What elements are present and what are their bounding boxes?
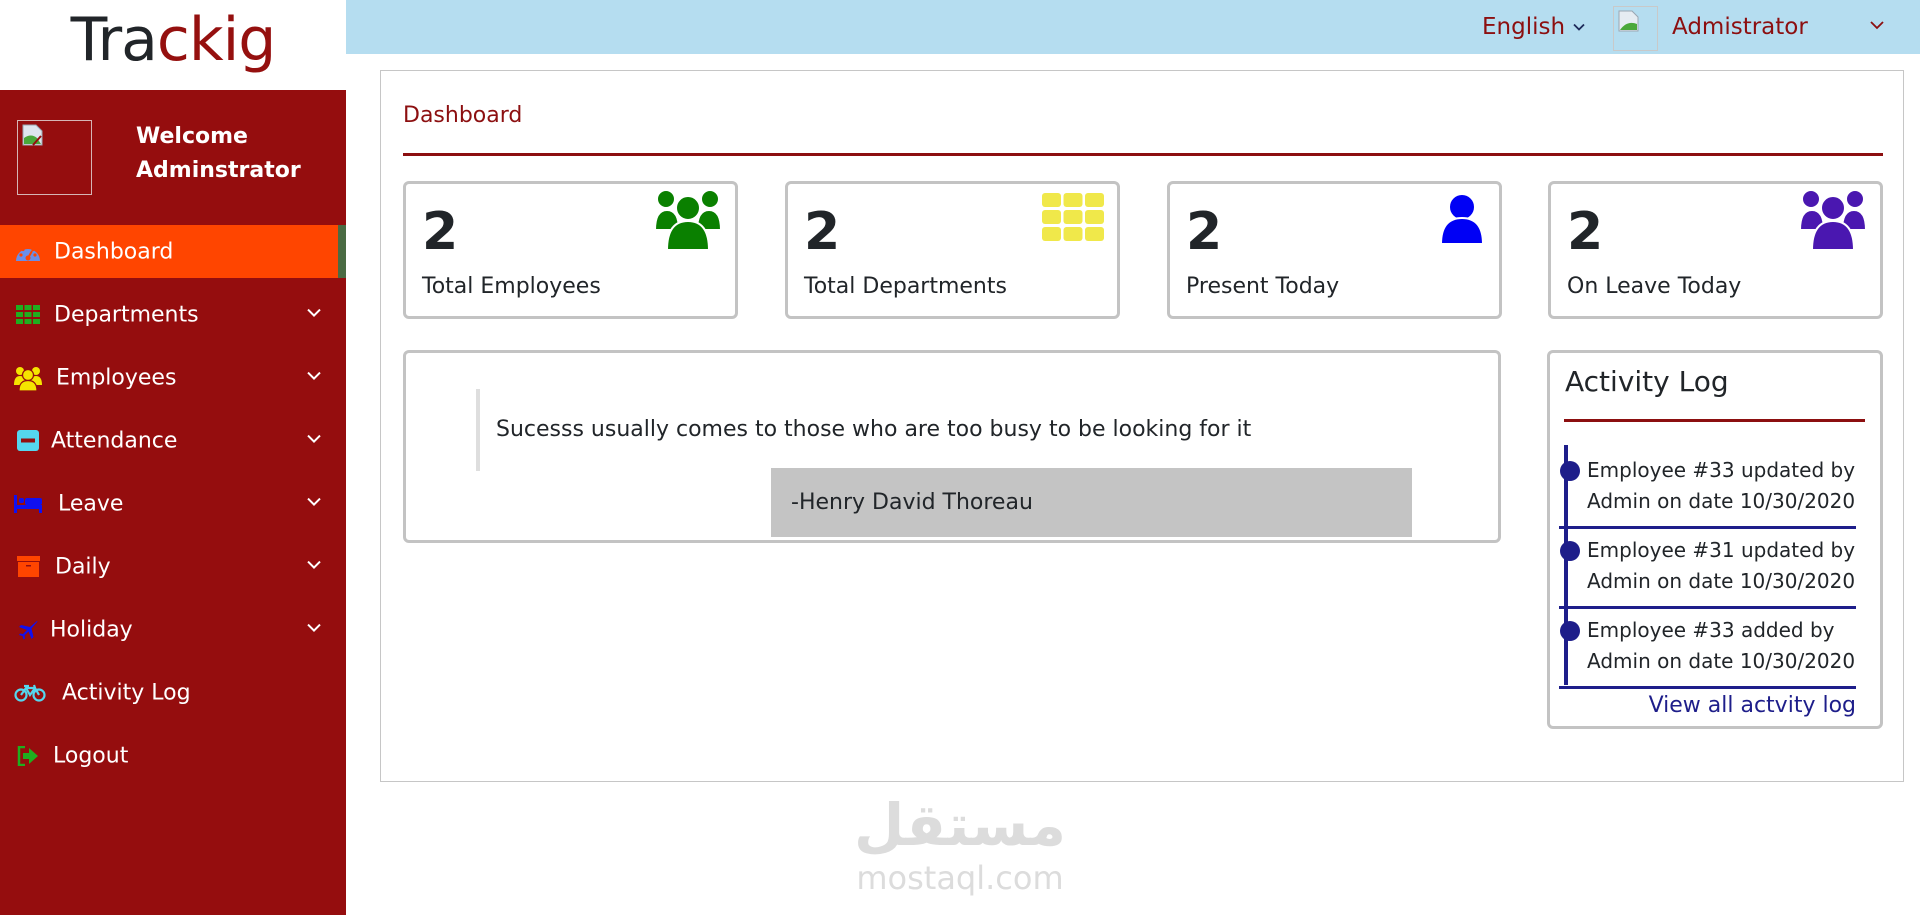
stat-value: 2 (1567, 202, 1604, 262)
stat-card-present-today[interactable]: 2 Present Today (1167, 181, 1502, 319)
sign-out-icon (14, 743, 42, 769)
chevron-down-icon[interactable] (306, 495, 322, 507)
logo-area: Trackig (0, 0, 346, 90)
stat-value: 2 (422, 202, 459, 262)
stat-card-on-leave-today[interactable]: 2 On Leave Today (1548, 181, 1883, 319)
chevron-down-icon (1573, 23, 1585, 31)
archive-box-icon (14, 554, 42, 580)
blockquote-border (476, 389, 480, 471)
app-logo[interactable]: Trackig (0, 4, 346, 76)
bed-icon (14, 491, 42, 517)
grid-icon (14, 302, 42, 328)
activity-log-item: Employee #33 added by Admin on date 10/3… (1559, 609, 1856, 689)
stat-card-total-departments[interactable]: 2 Total Departments (785, 181, 1120, 319)
user-avatar[interactable] (1613, 6, 1658, 51)
sidebar-item-employees[interactable]: Employees (0, 351, 346, 404)
watermark: مستقل mostaql.com (845, 790, 1075, 896)
language-label: English (1482, 14, 1566, 40)
sidebar-item-leave[interactable]: Leave (0, 477, 346, 530)
chevron-down-icon[interactable] (306, 369, 322, 381)
sidebar-nav: Dashboard Departments Employees Attendan… (0, 225, 346, 792)
activity-log-card: Activity Log Employee #33 updated by Adm… (1547, 350, 1883, 729)
timeline-dot (1560, 461, 1580, 481)
welcome-panel: Welcome Adminstrator (0, 90, 346, 225)
user-name-label: Admistrator (1672, 14, 1808, 40)
stat-label: On Leave Today (1567, 274, 1742, 299)
broken-image-icon (1618, 10, 1639, 32)
welcome-text: Welcome Adminstrator (136, 120, 301, 188)
view-all-activity-link[interactable]: View all actvity log (1649, 693, 1856, 718)
sidebar-item-holiday[interactable]: Holiday (0, 603, 346, 656)
quote-card: Sucesss usually comes to those who are t… (403, 350, 1501, 543)
sidebar-avatar (17, 120, 92, 195)
stat-label: Total Departments (804, 274, 1007, 299)
sidebar-item-label: Departments (54, 302, 199, 327)
timeline-dot (1560, 541, 1580, 561)
user-menu-chevron-icon[interactable] (1870, 20, 1884, 30)
activity-log-divider (1564, 419, 1865, 422)
chevron-down-icon[interactable] (306, 432, 322, 444)
chevron-down-icon[interactable] (306, 558, 322, 570)
broken-image-icon (22, 124, 43, 146)
sidebar-item-label: Holiday (50, 617, 133, 642)
quote-text: Sucesss usually comes to those who are t… (496, 417, 1252, 442)
logo-text-part1: Tra (70, 5, 158, 75)
users-icon (1800, 189, 1866, 250)
watermark-arabic: مستقل (853, 791, 1067, 859)
sidebar-item-label: Leave (58, 491, 124, 516)
users-icon (14, 365, 42, 391)
plane-icon (14, 617, 42, 643)
activity-log-item: Employee #33 updated by Admin on date 10… (1559, 449, 1856, 529)
page-title: Dashboard (403, 103, 523, 128)
sidebar-item-logout[interactable]: Logout (0, 729, 346, 782)
logo-text-part2: ckig (156, 5, 276, 75)
activity-log-text: Employee #33 added by Admin on date 10/3… (1587, 618, 1856, 673)
bicycle-icon (14, 680, 46, 706)
stat-card-total-employees[interactable]: 2 Total Employees (403, 181, 738, 319)
chevron-down-icon[interactable] (306, 621, 322, 633)
timeline-dot (1560, 621, 1580, 641)
sidebar-item-dashboard[interactable]: Dashboard (0, 225, 346, 278)
sidebar-item-label: Daily (55, 554, 111, 579)
sidebar-item-attendance[interactable]: Attendance (0, 414, 346, 467)
sidebar-item-label: Logout (53, 743, 129, 768)
watermark-latin: mostaql.com (856, 859, 1064, 897)
sidebar-item-label: Employees (56, 365, 177, 390)
sidebar-item-label: Attendance (51, 428, 178, 453)
sidebar: Welcome Adminstrator Dashboard Departmen… (0, 90, 346, 915)
welcome-username: Adminstrator (136, 158, 301, 183)
user-icon (1440, 193, 1484, 245)
sidebar-item-departments[interactable]: Departments (0, 288, 346, 341)
dashboard-gauge-icon (14, 239, 42, 265)
activity-log-item: Employee #31 updated by Admin on date 10… (1559, 529, 1856, 609)
chevron-down-icon[interactable] (306, 306, 322, 318)
grid-icon (1042, 193, 1104, 241)
sidebar-item-activity-log[interactable]: Activity Log (0, 666, 346, 719)
stat-label: Total Employees (422, 274, 601, 299)
stat-label: Present Today (1186, 274, 1340, 299)
title-divider (403, 153, 1883, 156)
user-menu[interactable]: Admistrator (1672, 0, 1808, 54)
welcome-greeting: Welcome (136, 124, 248, 149)
sidebar-item-label: Activity Log (62, 680, 191, 705)
language-dropdown[interactable]: English (1482, 0, 1585, 54)
minus-square-icon (14, 428, 42, 454)
top-header: English Admistrator (346, 0, 1920, 54)
main-content: Dashboard 2 Total Employees 2 Total Depa… (380, 70, 1904, 782)
users-icon (655, 189, 721, 250)
stat-value: 2 (804, 202, 841, 262)
sidebar-item-daily[interactable]: Daily (0, 540, 346, 593)
activity-log-text: Employee #33 updated by Admin on date 10… (1587, 458, 1856, 513)
quote-author: -Henry David Thoreau (771, 468, 1412, 537)
stat-value: 2 (1186, 202, 1223, 262)
activity-log-text: Employee #31 updated by Admin on date 10… (1587, 538, 1856, 593)
activity-log-title: Activity Log (1565, 365, 1729, 398)
sidebar-item-label: Dashboard (54, 239, 174, 264)
